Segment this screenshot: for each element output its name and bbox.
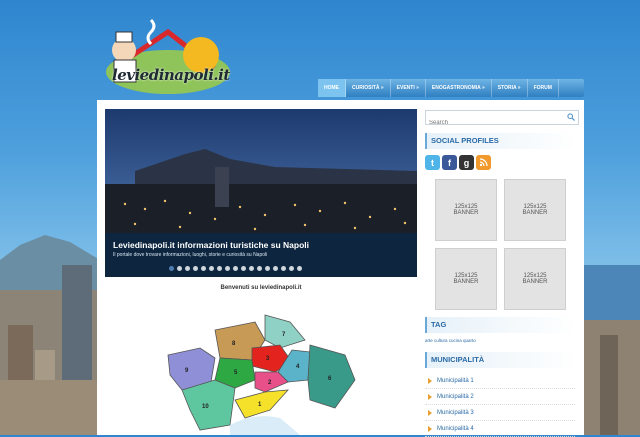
- search-icon[interactable]: [567, 113, 575, 121]
- main-nav: HOME CURIOSITÀ » EVENTI » ENOGASTRONOMIA…: [318, 79, 584, 97]
- banner-slot-2[interactable]: 125x125 BANNER: [504, 179, 566, 241]
- tag-title: TAG: [425, 317, 577, 333]
- slide-title[interactable]: Leviedinapoli.it informazioni turistiche…: [113, 240, 309, 250]
- facebook-icon[interactable]: f: [442, 155, 457, 170]
- google-plus-icon[interactable]: g: [459, 155, 474, 170]
- slider-dot[interactable]: [297, 266, 302, 271]
- nav-item-enogastronomia[interactable]: ENOGASTRONOMIA »: [426, 79, 492, 97]
- map-area-6: [307, 344, 356, 409]
- logo-text[interactable]: leviedinapoli.it: [112, 66, 230, 84]
- slider-dot[interactable]: [209, 266, 214, 271]
- map-label-10: 10: [202, 404, 209, 410]
- city-background-right: [580, 265, 640, 435]
- municipality-map[interactable]: 9 8 7 3 5 4 6 2 10 1: [160, 300, 360, 435]
- slider-dot[interactable]: [265, 266, 270, 271]
- slider-dot[interactable]: [289, 266, 294, 271]
- banner-slot-1[interactable]: 125x125 BANNER: [435, 179, 497, 241]
- slider-dot[interactable]: [281, 266, 286, 271]
- twitter-icon[interactable]: t: [425, 155, 440, 170]
- map-area-1: [234, 389, 289, 419]
- nav-item-eventi[interactable]: EVENTI »: [391, 79, 426, 97]
- slider-dot[interactable]: [273, 266, 278, 271]
- slider-dot[interactable]: [169, 266, 174, 271]
- slider-dot[interactable]: [249, 266, 254, 271]
- slider-dot[interactable]: [217, 266, 222, 271]
- city-background-left: [0, 235, 100, 435]
- arrow-right-icon: [428, 393, 432, 400]
- slider-dot[interactable]: [225, 266, 230, 271]
- arrow-right-icon: [428, 425, 432, 432]
- welcome-heading: Benvenuti su leviedinapoli.it: [220, 285, 302, 291]
- nav-item-forum[interactable]: FORUM: [528, 79, 559, 97]
- nav-item-curiosita[interactable]: CURIOSITÀ »: [346, 79, 391, 97]
- logo-icon: [106, 18, 230, 94]
- list-item[interactable]: Municipalità 2: [425, 389, 575, 405]
- slider-dot[interactable]: [177, 266, 182, 271]
- social-profiles-title: SOCIAL PROFILES: [425, 133, 577, 149]
- banner-slot-4[interactable]: 125x125 BANNER: [504, 248, 566, 310]
- image-slider[interactable]: Leviedinapoli.it informazioni turistiche…: [105, 109, 417, 277]
- slider-dot[interactable]: [241, 266, 246, 271]
- slider-dot[interactable]: [233, 266, 238, 271]
- nav-item-home[interactable]: HOME: [318, 79, 346, 97]
- tag-cloud[interactable]: arte cultura cucina quarto: [425, 338, 476, 343]
- slider-dot[interactable]: [185, 266, 190, 271]
- slider-dot[interactable]: [257, 266, 262, 271]
- slider-pagination: [169, 266, 302, 271]
- municipality-list: Municipalità 1 Municipalità 2 Municipali…: [425, 373, 575, 437]
- search-input[interactable]: [426, 116, 562, 130]
- slider-dot[interactable]: [193, 266, 198, 271]
- list-item[interactable]: Municipalità 1: [425, 373, 575, 389]
- social-icons: t f g: [425, 155, 491, 170]
- rss-icon[interactable]: [476, 155, 491, 170]
- arrow-right-icon: [428, 409, 432, 416]
- nav-item-storia[interactable]: STORIA »: [492, 79, 528, 97]
- banner-slot-3[interactable]: 125x125 BANNER: [435, 248, 497, 310]
- slide-description: Il portale dove trovare informazioni, lu…: [113, 252, 268, 258]
- slide-caption: Leviedinapoli.it informazioni turistiche…: [105, 233, 417, 277]
- search-box: [425, 110, 579, 130]
- arrow-right-icon: [428, 377, 432, 384]
- list-item[interactable]: Municipalità 3: [425, 405, 575, 421]
- slider-dot[interactable]: [201, 266, 206, 271]
- municipalita-title: MUNICIPALITÀ: [425, 352, 577, 368]
